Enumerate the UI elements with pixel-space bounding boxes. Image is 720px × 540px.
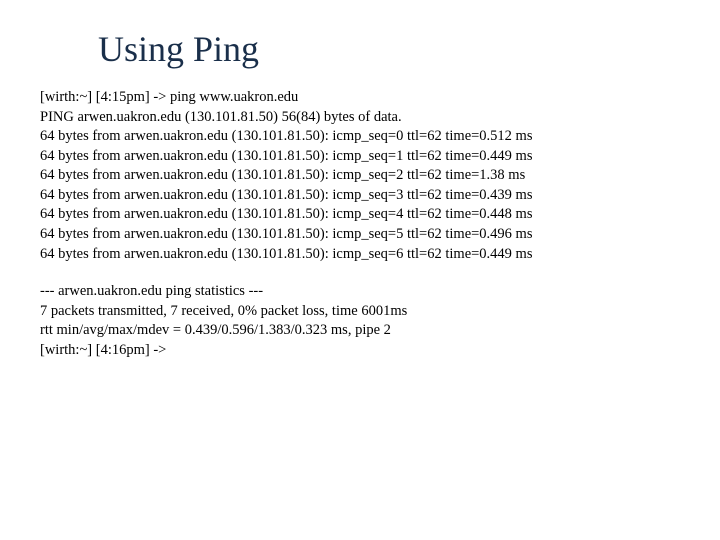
terminal-line: 64 bytes from arwen.uakron.edu (130.101.…	[40, 186, 680, 206]
terminal-line: [wirth:~] [4:15pm] -> ping www.uakron.ed…	[40, 88, 680, 108]
stats-line: rtt min/avg/max/mdev = 0.439/0.596/1.383…	[40, 321, 680, 341]
terminal-line: 64 bytes from arwen.uakron.edu (130.101.…	[40, 127, 680, 147]
slide-title: Using Ping	[98, 28, 680, 70]
terminal-line: PING arwen.uakron.edu (130.101.81.50) 56…	[40, 108, 680, 128]
ping-output-block: [wirth:~] [4:15pm] -> ping www.uakron.ed…	[40, 88, 680, 264]
ping-statistics-block: --- arwen.uakron.edu ping statistics ---…	[40, 282, 680, 360]
terminal-line: 64 bytes from arwen.uakron.edu (130.101.…	[40, 147, 680, 167]
terminal-line: 64 bytes from arwen.uakron.edu (130.101.…	[40, 166, 680, 186]
terminal-line: 64 bytes from arwen.uakron.edu (130.101.…	[40, 205, 680, 225]
stats-line: --- arwen.uakron.edu ping statistics ---	[40, 282, 680, 302]
stats-line: 7 packets transmitted, 7 received, 0% pa…	[40, 302, 680, 322]
stats-line: [wirth:~] [4:16pm] ->	[40, 341, 680, 361]
terminal-line: 64 bytes from arwen.uakron.edu (130.101.…	[40, 245, 680, 265]
terminal-line: 64 bytes from arwen.uakron.edu (130.101.…	[40, 225, 680, 245]
